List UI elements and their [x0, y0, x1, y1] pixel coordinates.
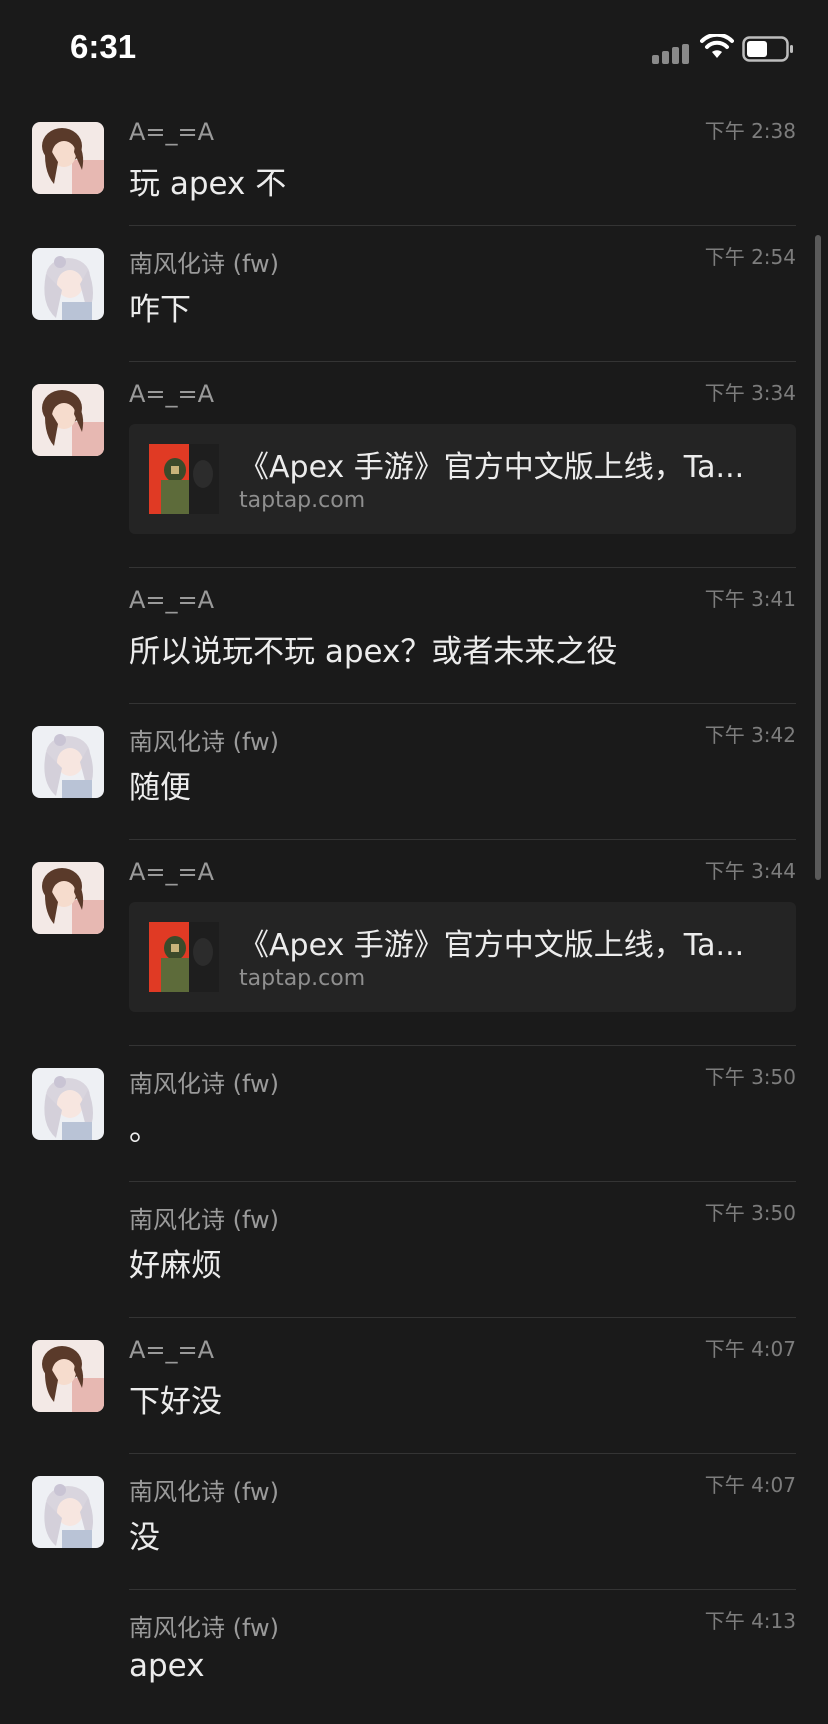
status-bar: 6:31 [0, 0, 828, 100]
message-row[interactable]: 南风化诗 (fw) 下午 3:50 好麻烦 [0, 1182, 828, 1318]
avatar-nf[interactable] [32, 1476, 104, 1548]
message-text[interactable]: 下好没 [129, 1376, 222, 1421]
message-row[interactable]: A=_=A 下午 3:41 所以说玩不玩 apex？或者未来之役 [0, 568, 828, 704]
message-time: 下午 3:44 [704, 859, 796, 883]
avatar-nf[interactable] [32, 248, 104, 320]
message-row[interactable]: A=_=A 下午 3:34 《Apex 手游》官方中文版上线，Ta... tap… [0, 362, 828, 568]
message-time: 下午 4:07 [704, 1473, 796, 1497]
message-row[interactable]: A=_=A 下午 3:44 《Apex 手游》官方中文版上线，Ta... tap… [0, 840, 828, 1046]
message-text[interactable]: 好麻烦 [129, 1240, 222, 1285]
sender-name: A=_=A [129, 380, 215, 408]
message-text[interactable]: 。 [129, 1104, 160, 1149]
avatar-nf[interactable] [32, 726, 104, 798]
avatar-a[interactable] [32, 862, 104, 934]
link-preview-card[interactable]: 《Apex 手游》官方中文版上线，Ta... taptap.com [129, 902, 796, 1012]
message-time: 下午 3:42 [704, 723, 796, 747]
link-domain: taptap.com [239, 966, 366, 991]
sender-name: A=_=A [129, 858, 215, 886]
message-row[interactable]: 南风化诗 (fw) 下午 4:07 没 [0, 1454, 828, 1590]
message-text[interactable]: 所以说玩不玩 apex？或者未来之役 [129, 626, 617, 671]
message-time: 下午 3:41 [704, 587, 796, 611]
message-time: 下午 2:54 [704, 245, 796, 269]
sender-name: A=_=A [129, 118, 215, 146]
link-domain: taptap.com [239, 488, 366, 513]
status-time: 6:31 [70, 28, 137, 65]
message-time: 下午 4:07 [704, 1337, 796, 1361]
link-preview-card[interactable]: 《Apex 手游》官方中文版上线，Ta... taptap.com [129, 424, 796, 534]
message-time: 下午 3:34 [704, 381, 796, 405]
sender-name: 南风化诗 (fw) [129, 1614, 280, 1642]
message-row[interactable]: A=_=A 下午 4:07 下好没 [0, 1318, 828, 1454]
message-time: 下午 3:50 [704, 1201, 796, 1225]
sender-name: 南风化诗 (fw) [129, 728, 280, 756]
message-row[interactable]: 南风化诗 (fw) 下午 3:50 。 [0, 1046, 828, 1182]
sender-name: 南风化诗 (fw) [129, 250, 280, 278]
message-text[interactable]: 玩 apex 不 [129, 158, 286, 203]
message-row[interactable]: A=_=A 下午 2:38 玩 apex 不 [0, 100, 828, 226]
message-row[interactable]: 南风化诗 (fw) 下午 4:13 apex [0, 1590, 828, 1724]
avatar-a[interactable] [32, 1340, 104, 1412]
message-text[interactable]: 随便 [129, 762, 191, 807]
sender-name: 南风化诗 (fw) [129, 1478, 280, 1506]
link-title: 《Apex 手游》官方中文版上线，Ta... [239, 928, 745, 963]
message-time: 下午 3:50 [704, 1065, 796, 1089]
message-time: 下午 4:13 [704, 1609, 796, 1633]
avatar-nf[interactable] [32, 1068, 104, 1140]
scrollbar[interactable] [815, 235, 821, 880]
wifi-icon [700, 34, 734, 58]
sender-name: 南风化诗 (fw) [129, 1070, 280, 1098]
battery-icon [742, 36, 793, 62]
sender-name: 南风化诗 (fw) [129, 1206, 280, 1234]
message-row[interactable]: 南风化诗 (fw) 下午 3:42 随便 [0, 704, 828, 840]
avatar-a[interactable] [32, 122, 104, 194]
sender-name: A=_=A [129, 586, 215, 614]
cellular-signal-icon [652, 44, 689, 64]
avatar-a[interactable] [32, 384, 104, 456]
message-text[interactable]: apex [129, 1648, 205, 1684]
message-row[interactable]: 南风化诗 (fw) 下午 2:54 咋下 [0, 226, 828, 362]
message-time: 下午 2:38 [704, 119, 796, 143]
sender-name: A=_=A [129, 1336, 215, 1364]
link-thumbnail [149, 922, 219, 992]
message-text[interactable]: 咋下 [129, 284, 191, 329]
link-thumbnail [149, 444, 219, 514]
link-title: 《Apex 手游》官方中文版上线，Ta... [239, 450, 745, 485]
message-text[interactable]: 没 [129, 1512, 160, 1557]
